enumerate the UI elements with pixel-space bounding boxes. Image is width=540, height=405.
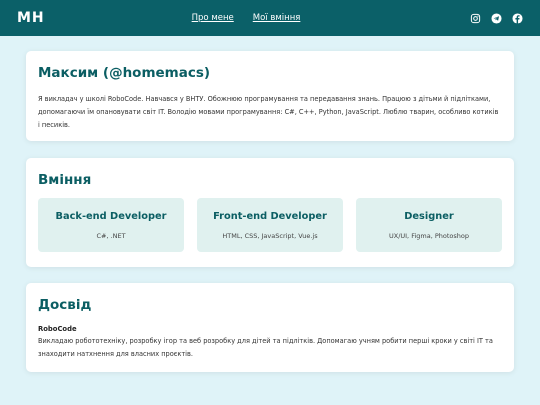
experience-card: Досвід RoboCode Викладаю робототехніку, … <box>26 283 514 372</box>
skill-title: Designer <box>404 210 454 222</box>
skills-card: Вміння Back-end Developer C#, .NET Front… <box>26 158 514 267</box>
instagram-icon[interactable] <box>470 13 481 24</box>
about-card: Максим (@homemacs) Я викладач у школі Ro… <box>26 51 514 141</box>
main-nav: Про мене Мої вміння <box>192 13 301 23</box>
skill-desc: C#, .NET <box>96 231 126 240</box>
experience-company: RoboCode <box>38 325 77 333</box>
skill-desc: HTML, CSS, JavaScript, Vue.js <box>222 231 318 240</box>
skill-card-backend: Back-end Developer C#, .NET <box>38 198 184 252</box>
skill-title: Front-end Developer <box>213 210 327 222</box>
social-links <box>470 12 523 24</box>
facebook-icon[interactable] <box>512 12 523 24</box>
telegram-icon[interactable] <box>491 12 502 24</box>
skills-title: Вміння <box>38 172 92 188</box>
skill-card-frontend: Front-end Developer HTML, CSS, JavaScrip… <box>197 198 343 252</box>
profile-name: Максим (@homemacs) <box>38 65 211 81</box>
experience-title: Досвід <box>38 297 92 313</box>
skill-card-designer: Designer UX/UI, Figma, Photoshop <box>356 198 502 252</box>
experience-text: Викладаю робототехніку, розробку ігор та… <box>38 337 493 358</box>
site-logo[interactable]: МН <box>17 10 107 26</box>
skill-desc: UX/UI, Figma, Photoshop <box>388 231 469 240</box>
site-header: МН Про мене Мої вміння <box>0 0 540 36</box>
nav-link-skills[interactable]: Мої вміння <box>253 13 301 23</box>
about-text: Я викладач у школі RoboCode. Навчався у … <box>38 95 499 129</box>
nav-link-about[interactable]: Про мене <box>192 13 234 23</box>
skill-title: Back-end Developer <box>55 210 167 222</box>
skills-list: Back-end Developer C#, .NET Front-end De… <box>38 198 502 252</box>
